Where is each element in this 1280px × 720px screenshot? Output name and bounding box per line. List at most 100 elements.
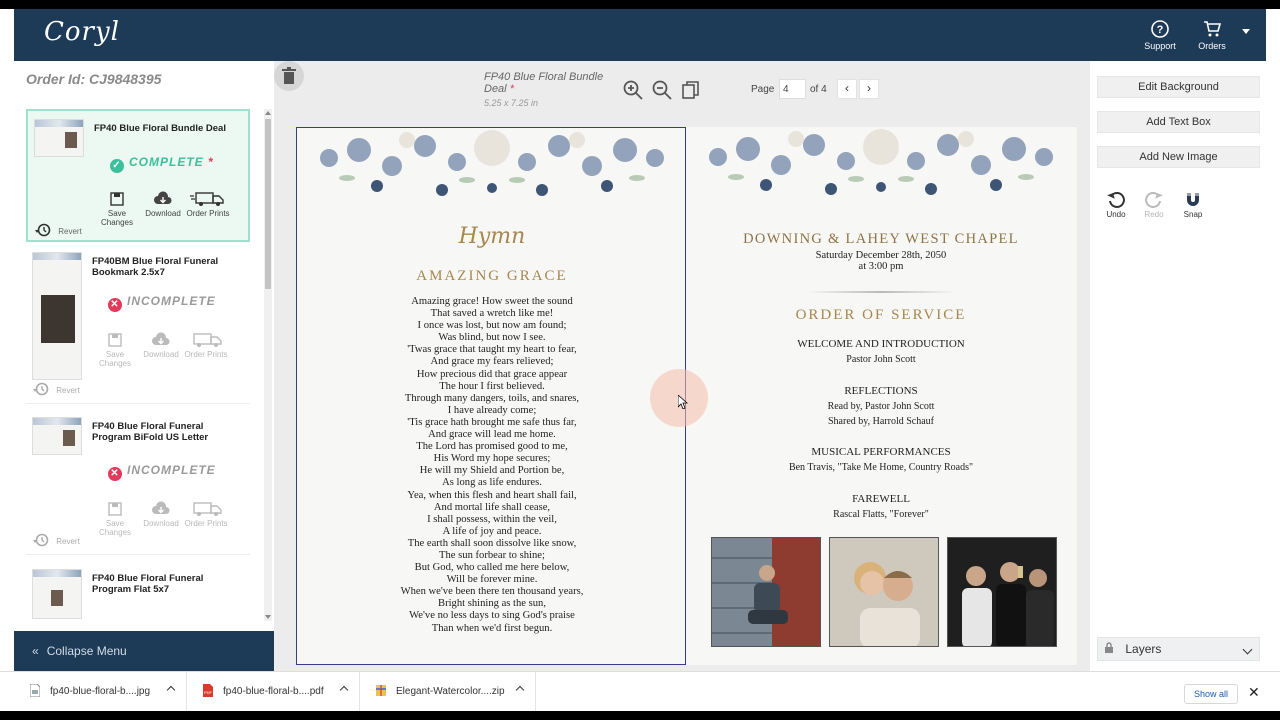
coryl-logo[interactable]: Coryl: [44, 17, 120, 47]
zoom-out-icon[interactable]: [651, 79, 673, 101]
copy-icon[interactable]: [680, 79, 702, 101]
previous-page-button[interactable]: ‹: [837, 79, 857, 99]
section-title[interactable]: MUSICAL PERFORMANCES: [686, 446, 1076, 458]
chevron-up-icon[interactable]: [166, 685, 176, 695]
document-list-scrollbar[interactable]: [264, 109, 272, 621]
download-button[interactable]: Download: [138, 332, 184, 359]
delete-page-button[interactable]: [274, 61, 304, 91]
right-panel: Edit Background Add Text Box Add New Ima…: [1090, 61, 1266, 671]
add-text-box-button[interactable]: Add Text Box: [1097, 111, 1260, 133]
order-prints-button[interactable]: Order Prints: [183, 501, 229, 528]
section-text[interactable]: Read by, Pastor John Scott: [686, 399, 1076, 414]
document-card[interactable]: FP40 Blue Floral Funeral Program Flat 5x…: [26, 561, 250, 621]
document-name: FP40 Blue Floral Bundle Deal *: [484, 71, 624, 95]
support-label: Support: [1144, 41, 1176, 51]
download-button[interactable]: Download: [140, 191, 186, 218]
photo-frame[interactable]: [829, 537, 939, 647]
chevron-up-icon[interactable]: [339, 685, 349, 695]
download-filename: fp40-blue-floral-b....jpg: [50, 686, 151, 697]
save-icon: [110, 192, 124, 206]
cart-icon: [1204, 21, 1222, 37]
zoom-in-icon[interactable]: [622, 79, 644, 101]
page-right[interactable]: DOWNING & LAHEY WEST CHAPEL Saturday Dec…: [686, 127, 1076, 665]
lyric-line: We've no less days to sing God's praise: [409, 610, 575, 622]
truck-icon: [190, 192, 224, 206]
download-item[interactable]: fp40-blue-floral-b....jpg: [14, 672, 187, 711]
document-card[interactable]: FP40 Blue Floral Bundle Deal ✓ COMPLETE *…: [26, 109, 250, 242]
save-changes-button[interactable]: Save Changes: [92, 501, 138, 537]
status-text: COMPLETE: [129, 155, 204, 169]
layers-label: Layers: [1125, 642, 1162, 656]
collapse-menu-button[interactable]: « Collapse Menu: [14, 631, 274, 671]
divider: [806, 291, 956, 293]
order-prints-button[interactable]: Order Prints: [185, 191, 231, 218]
lyric-line: I once was lost, but now am found;: [417, 320, 567, 332]
hymn-title[interactable]: AMAZING GRACE: [297, 268, 685, 285]
save-icon: [108, 333, 122, 347]
support-button[interactable]: ? Support: [1135, 19, 1185, 51]
document-card[interactable]: FP40 Blue Floral Funeral Program BiFold …: [26, 409, 250, 555]
photo-frame[interactable]: [711, 537, 821, 647]
order-prints-button[interactable]: Order Prints: [183, 332, 229, 359]
download-filename: fp40-blue-floral-b....pdf: [223, 686, 324, 697]
download-item[interactable]: Elegant-Watercolor....zip: [360, 672, 536, 711]
page-left[interactable]: Hymn AMAZING GRACE Amazing grace! How sw…: [296, 127, 686, 665]
next-page-button[interactable]: ›: [859, 79, 879, 99]
revert-button[interactable]: Revert: [34, 223, 82, 237]
save-changes-label: Save Changes: [100, 209, 134, 227]
revert-button[interactable]: Revert: [32, 533, 80, 547]
status-text: INCOMPLETE: [127, 463, 216, 477]
hymn-lyrics[interactable]: Amazing grace! How sweet the sound That s…: [297, 296, 685, 635]
section-text[interactable]: Pastor John Scott: [686, 352, 1076, 367]
snap-button[interactable]: Snap: [1176, 191, 1210, 219]
section-text[interactable]: Ben Travis, "Take Me Home, Country Roads…: [686, 460, 1076, 475]
order-prints-label: Order Prints: [184, 350, 228, 359]
revert-button[interactable]: Revert: [32, 382, 80, 396]
save-changes-button[interactable]: Save Changes: [94, 191, 140, 227]
account-dropdown-caret-icon[interactable]: [1242, 29, 1250, 34]
document-title: FP40 Blue Floral Funeral Program Flat 5x…: [92, 573, 204, 595]
hymn-script-title[interactable]: Hymn: [297, 224, 685, 249]
chapel-name[interactable]: DOWNING & LAHEY WEST CHAPEL: [686, 231, 1076, 248]
page-number-input[interactable]: [779, 79, 806, 99]
edit-background-button[interactable]: Edit Background: [1097, 76, 1260, 98]
photo-men-toasting: [948, 538, 1056, 646]
section-title[interactable]: FAREWELL: [686, 493, 1076, 505]
close-icon[interactable]: ✕: [1248, 684, 1260, 701]
service-date[interactable]: Saturday December 28th, 2050 at 3:00 pm: [686, 250, 1076, 272]
lyric-line: He will my Shield and Portion be,: [419, 465, 565, 477]
chevron-up-icon[interactable]: [515, 685, 525, 695]
document-card[interactable]: FP40BM Blue Floral Funeral Bookmark 2.5x…: [26, 244, 250, 404]
section-title[interactable]: WELCOME AND INTRODUCTION: [686, 338, 1076, 350]
section-text[interactable]: Rascal Flatts, "Forever": [686, 507, 1076, 522]
undo-label: Undo: [1106, 210, 1126, 219]
left-panel: Order Id: CJ9848395 FP40 Blue Floral Bun…: [14, 61, 274, 631]
status-badge: ✓ COMPLETE *: [110, 155, 214, 173]
order-id: Order Id: CJ9848395: [26, 71, 162, 87]
orders-button[interactable]: Orders: [1187, 19, 1237, 51]
photo-man-sitting: [712, 538, 788, 646]
order-of-service-heading[interactable]: ORDER OF SERVICE: [686, 307, 1076, 324]
save-changes-button[interactable]: Save Changes: [92, 332, 138, 368]
history-icon: [35, 223, 51, 237]
cloud-download-icon: [152, 332, 170, 345]
download-item[interactable]: PDF fp40-blue-floral-b....pdf: [187, 672, 360, 711]
lyric-line: Will be forever mine.: [446, 574, 538, 586]
undo-icon: [1107, 192, 1125, 208]
truck-icon: [193, 502, 222, 516]
add-new-image-button[interactable]: Add New Image: [1097, 146, 1260, 168]
section-text[interactable]: Shared by, Harrold Schauf: [686, 414, 1076, 429]
section-title[interactable]: REFLECTIONS: [686, 385, 1076, 397]
save-changes-label: Save Changes: [98, 519, 132, 537]
status-badge: ✕ INCOMPLETE: [108, 294, 216, 312]
undo-button[interactable]: Undo: [1099, 191, 1133, 219]
layers-panel-toggle[interactable]: Layers: [1097, 637, 1260, 661]
redo-button[interactable]: Redo: [1137, 191, 1171, 219]
lyric-line: Yea, when this flesh and heart shall fai…: [407, 489, 577, 501]
photo-frame[interactable]: [947, 537, 1057, 647]
download-filename: Elegant-Watercolor....zip: [396, 686, 505, 697]
download-button[interactable]: Download: [138, 501, 184, 528]
document-size: 5.25 x 7.25 in: [484, 98, 539, 108]
show-all-downloads-button[interactable]: Show all: [1184, 684, 1238, 704]
history-icon: [33, 533, 49, 547]
